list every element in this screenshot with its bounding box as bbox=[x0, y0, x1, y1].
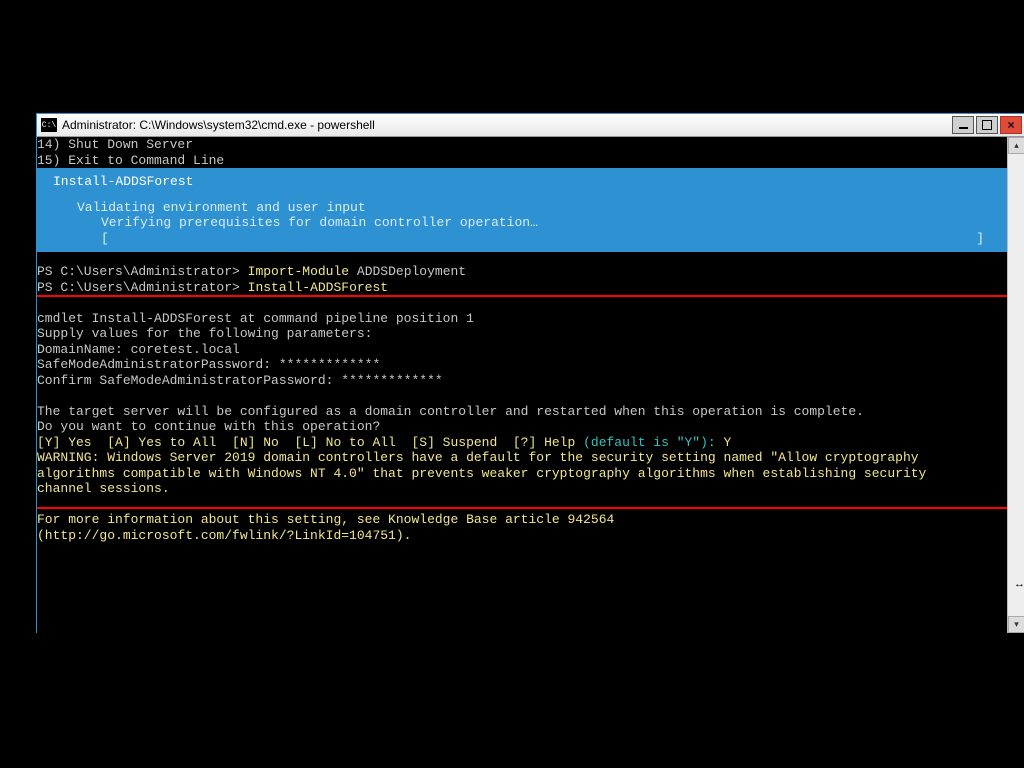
scroll-down-button[interactable]: ▾ bbox=[1008, 616, 1024, 633]
terminal-viewport[interactable]: 14) Shut Down Server 15) Exit to Command… bbox=[37, 137, 1008, 633]
out-line: DomainName: coretest.local bbox=[37, 342, 240, 357]
out-line: cmdlet Install-ADDSForest at command pip… bbox=[37, 311, 474, 326]
close-button[interactable]: × bbox=[1000, 116, 1022, 134]
warning-line: channel sessions. bbox=[37, 481, 170, 496]
progress-bracket-left: [ bbox=[101, 231, 109, 247]
out-line: Supply values for the following paramete… bbox=[37, 326, 372, 341]
client-area: 14) Shut Down Server 15) Exit to Command… bbox=[37, 137, 1024, 633]
titlebar[interactable]: C:\ Administrator: C:\Windows\system32\c… bbox=[37, 114, 1024, 137]
ps-cmd-2: Install-ADDSForest bbox=[248, 280, 388, 295]
progress-title: Install-ADDSForest bbox=[37, 174, 1008, 190]
scroll-up-button[interactable]: ▴ bbox=[1008, 137, 1024, 154]
vertical-scrollbar[interactable]: ▴ ▾ bbox=[1007, 137, 1024, 633]
confirm-choices: [Y] Yes [A] Yes to All [N] No [L] No to … bbox=[37, 435, 583, 450]
cmd-icon: C:\ bbox=[41, 118, 57, 132]
terminal-output: PS C:\Users\Administrator> Import-Module… bbox=[37, 252, 1008, 543]
out-line: Do you want to continue with this operat… bbox=[37, 419, 380, 434]
progress-band: Install-ADDSForest Validating environmen… bbox=[37, 168, 1008, 252]
ps-prompt: PS C:\Users\Administrator> bbox=[37, 280, 240, 295]
sconfig-menu-tail: 14) Shut Down Server 15) Exit to Command… bbox=[37, 137, 1008, 168]
minimize-button[interactable] bbox=[952, 116, 974, 134]
confirm-answer: Y bbox=[716, 435, 732, 450]
window-controls: × bbox=[952, 114, 1024, 136]
warning-line: algorithms compatible with Windows NT 4.… bbox=[37, 466, 926, 481]
progress-step-1: Validating environment and user input bbox=[37, 200, 1008, 216]
ps-arg-1: ADDSDeployment bbox=[357, 264, 466, 279]
resize-handle-icon: ↔ bbox=[1014, 578, 1024, 590]
ps-cmd-1: Import-Module bbox=[248, 264, 349, 279]
ps-prompt: PS C:\Users\Administrator> bbox=[37, 264, 240, 279]
warning-line: For more information about this setting,… bbox=[37, 512, 614, 527]
warning-line: (http://go.microsoft.com/fwlink/?LinkId=… bbox=[37, 528, 411, 543]
cmd-window: C:\ Administrator: C:\Windows\system32\c… bbox=[36, 113, 1024, 633]
window-title: Administrator: C:\Windows\system32\cmd.e… bbox=[62, 118, 952, 132]
warning-line: WARNING: Windows Server 2019 domain cont… bbox=[37, 450, 919, 465]
confirm-default: (default is "Y"): bbox=[583, 435, 716, 450]
maximize-button[interactable] bbox=[976, 116, 998, 134]
progress-bar: [ ] bbox=[37, 231, 1008, 247]
out-line: SafeModeAdministratorPassword: *********… bbox=[37, 357, 380, 372]
progress-bracket-right: ] bbox=[976, 231, 984, 247]
progress-step-2: Verifying prerequisites for domain contr… bbox=[37, 215, 1008, 231]
out-line: The target server will be configured as … bbox=[37, 404, 864, 419]
out-line: Confirm SafeModeAdministratorPassword: *… bbox=[37, 373, 443, 388]
